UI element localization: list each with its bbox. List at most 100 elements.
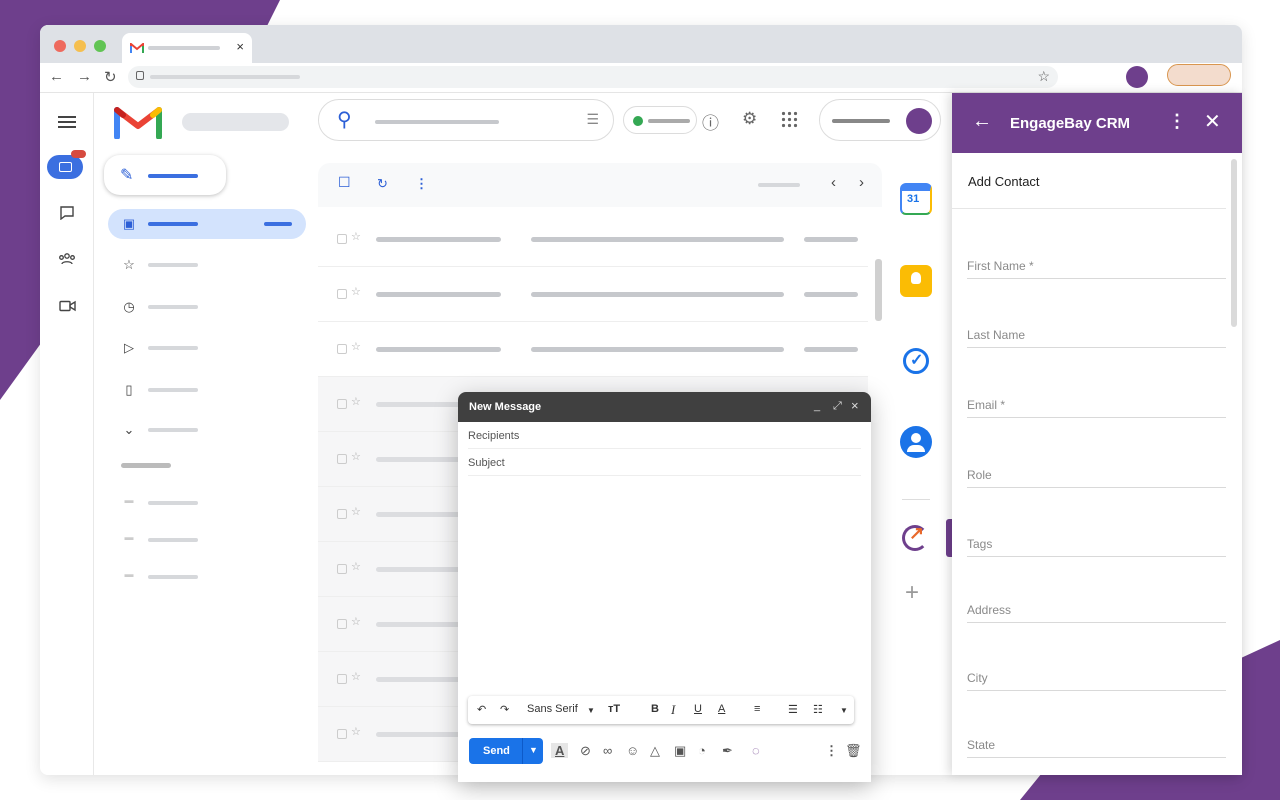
select-all-checkbox[interactable]: ☐ [338, 174, 351, 191]
role-field[interactable]: Role [967, 468, 1226, 488]
link-icon[interactable]: ∞ [603, 743, 612, 758]
close-icon[interactable]: × [851, 398, 859, 413]
bulleted-list-icon[interactable]: ☷ [813, 703, 823, 716]
schedule-send-dropdown-icon[interactable]: ▼ [529, 745, 538, 755]
next-page-icon[interactable]: › [859, 174, 864, 191]
row-checkbox[interactable] [337, 619, 347, 629]
compose-header[interactable]: New Message _ ⤢ × [458, 392, 871, 422]
settings-gear-icon[interactable]: ⚙ [742, 109, 757, 129]
status-indicator[interactable] [623, 106, 697, 134]
browser-tab[interactable]: × [122, 33, 252, 63]
spaces-icon[interactable] [58, 253, 76, 265]
row-checkbox[interactable] [337, 564, 347, 574]
email-field[interactable]: Email * [967, 398, 1226, 418]
mail-list-scrollbar[interactable] [875, 259, 882, 321]
row-star-icon[interactable]: ☆ [351, 230, 361, 243]
crm-scrollbar[interactable] [1231, 159, 1237, 327]
mail-row[interactable]: ☆ [318, 267, 868, 322]
row-checkbox[interactable] [337, 674, 347, 684]
emoji-icon[interactable]: ☺ [626, 743, 639, 758]
row-checkbox[interactable] [337, 399, 347, 409]
formatting-toggle-icon[interactable]: A [551, 743, 569, 758]
tab-close-icon[interactable]: × [236, 39, 244, 54]
engagebay-addon-icon[interactable]: ↗ [900, 521, 932, 553]
reload-icon[interactable]: ↻ [104, 68, 117, 86]
apps-grid-icon[interactable] [781, 111, 798, 128]
row-star-icon[interactable]: ☆ [351, 560, 361, 573]
city-field[interactable]: City [967, 671, 1226, 691]
row-star-icon[interactable]: ☆ [351, 505, 361, 518]
more-formatting-icon[interactable]: ▼ [840, 706, 848, 715]
row-star-icon[interactable]: ☆ [351, 450, 361, 463]
row-checkbox[interactable] [337, 454, 347, 464]
previous-page-icon[interactable]: ‹ [831, 174, 836, 191]
discard-draft-icon[interactable]: 🗑 [845, 743, 862, 759]
row-checkbox[interactable] [337, 234, 347, 244]
subject-field[interactable]: Subject [468, 449, 861, 476]
nav-item-snoozed[interactable]: ◷ [108, 292, 306, 322]
signature-icon[interactable]: ✒ [722, 743, 733, 759]
undo-icon[interactable]: ↶ [477, 703, 486, 716]
forward-icon[interactable]: → [77, 68, 92, 85]
font-select[interactable]: Sans Serif [527, 703, 578, 715]
minimize-icon[interactable]: _ [814, 400, 820, 412]
row-star-icon[interactable]: ☆ [351, 725, 361, 738]
keep-icon[interactable] [900, 265, 932, 297]
drive-icon[interactable]: △ [650, 743, 660, 759]
numbered-list-icon[interactable]: ☰ [788, 703, 798, 716]
nav-item-more[interactable]: ⌄ [108, 415, 306, 445]
menu-icon[interactable] [40, 113, 94, 131]
contacts-icon[interactable] [900, 426, 932, 458]
bookmark-star-icon[interactable]: ☆ [1037, 68, 1050, 85]
row-star-icon[interactable]: ☆ [351, 285, 361, 298]
attach-icon[interactable]: ⊘ [580, 743, 591, 759]
row-star-icon[interactable]: ☆ [351, 615, 361, 628]
state-field[interactable]: State [967, 738, 1226, 758]
compose-button[interactable]: ✎ [104, 155, 226, 195]
first-name-field[interactable]: First Name * [967, 259, 1226, 279]
font-dropdown-icon[interactable]: ▼ [587, 706, 595, 715]
close-panel-icon[interactable]: ✕ [1204, 109, 1221, 134]
tasks-icon[interactable]: ✓ [900, 345, 932, 377]
row-checkbox[interactable] [337, 289, 347, 299]
message-body[interactable] [468, 478, 861, 690]
row-checkbox[interactable] [337, 729, 347, 739]
nav-item-starred[interactable]: ☆ [108, 250, 306, 280]
italic-icon[interactable]: I [671, 702, 675, 718]
redo-icon[interactable]: ↷ [500, 703, 509, 716]
maximize-window-dot[interactable] [94, 40, 106, 52]
address-field[interactable]: Address [967, 603, 1226, 623]
refresh-icon[interactable]: ↻ [377, 176, 388, 192]
row-checkbox[interactable] [337, 509, 347, 519]
row-checkbox[interactable] [337, 344, 347, 354]
row-star-icon[interactable]: ☆ [351, 670, 361, 683]
nav-item-label-1[interactable]: ▬ [108, 488, 306, 518]
row-star-icon[interactable]: ☆ [351, 395, 361, 408]
more-options-icon[interactable]: ⋮ [825, 743, 838, 759]
image-icon[interactable]: ▣ [674, 743, 686, 759]
last-name-field[interactable]: Last Name [967, 328, 1226, 348]
calendar-icon[interactable]: 31 [900, 183, 932, 215]
mail-icon[interactable] [47, 150, 86, 179]
row-star-icon[interactable]: ☆ [351, 340, 361, 353]
font-size-icon[interactable]: ᴛT [608, 703, 620, 715]
underline-icon[interactable]: U [694, 703, 702, 715]
mail-row[interactable]: ☆ [318, 322, 868, 377]
align-icon[interactable]: ≡ [754, 703, 760, 715]
close-window-dot[interactable] [54, 40, 66, 52]
engagebay-icon[interactable]: ◌ [752, 743, 760, 758]
more-options-icon[interactable]: ⋮ [415, 176, 428, 192]
nav-item-sent[interactable]: ▷ [108, 333, 306, 363]
minimize-window-dot[interactable] [74, 40, 86, 52]
nav-item-inbox[interactable]: ▣ [108, 209, 306, 239]
add-addon-icon[interactable]: + [905, 579, 919, 607]
search-bar[interactable]: ⚲ ☰ [318, 99, 614, 141]
confidential-icon[interactable]: ◔ [698, 743, 706, 758]
back-icon[interactable]: ← [49, 68, 64, 85]
tags-field[interactable]: Tags [967, 537, 1226, 557]
bold-icon[interactable]: B [651, 703, 659, 715]
more-vertical-icon[interactable]: ⋮ [1168, 111, 1186, 132]
profile-avatar[interactable] [1126, 66, 1148, 88]
url-bar[interactable]: ☆ [128, 66, 1058, 88]
nav-item-label-2[interactable]: ▬ [108, 525, 306, 555]
